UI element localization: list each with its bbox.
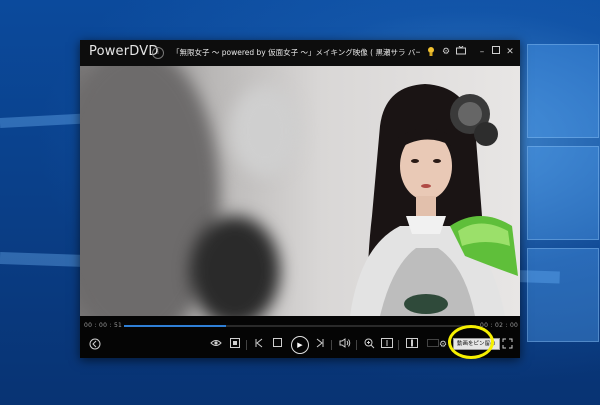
video-title: 「無限女子 ～ powered by 仮面女子 ～」メイキング映像 ( 黒瀬サラ… xyxy=(172,48,420,57)
close-icon[interactable]: ✕ xyxy=(504,46,516,58)
zoom-icon[interactable] xyxy=(362,338,376,352)
annotation-highlight-circle xyxy=(448,325,494,359)
brand-info-icon[interactable]: i xyxy=(152,47,164,59)
back-icon[interactable] xyxy=(88,338,102,352)
lightbulb-icon[interactable] xyxy=(425,46,437,58)
fullscreen-icon[interactable] xyxy=(500,338,514,352)
wallpaper-window-pane xyxy=(527,44,599,138)
powerdvd-window: PowerDVD i 「無限女子 ～ powered by 仮面女子 ～」メイキ… xyxy=(80,40,520,358)
separator xyxy=(398,340,399,350)
seek-bar[interactable] xyxy=(124,325,476,327)
screen-size-icon[interactable] xyxy=(380,338,394,352)
previous-icon[interactable] xyxy=(252,338,266,352)
snapshot-icon[interactable] xyxy=(228,338,242,352)
video-frame[interactable] xyxy=(80,66,520,316)
tv-icon[interactable] xyxy=(455,45,467,58)
maximize-icon[interactable] xyxy=(490,46,502,58)
video-subject xyxy=(350,84,518,316)
eye-icon[interactable] xyxy=(209,338,223,352)
pip-icon[interactable] xyxy=(405,338,419,352)
seek-progress xyxy=(124,325,227,327)
app-brand: PowerDVD xyxy=(89,44,159,59)
gear-icon[interactable]: ⚙ xyxy=(440,46,452,58)
volume-icon[interactable] xyxy=(338,338,352,352)
separator xyxy=(246,340,247,350)
next-icon[interactable] xyxy=(313,338,327,352)
separator xyxy=(331,340,332,350)
wallpaper-window-pane xyxy=(527,146,599,240)
play-button[interactable]: ▶ xyxy=(291,336,309,354)
stop-icon[interactable] xyxy=(270,338,284,352)
minimize-icon[interactable]: – xyxy=(476,46,488,58)
title-bar[interactable]: PowerDVD i 「無限女子 ～ powered by 仮面女子 ～」メイキ… xyxy=(80,40,520,66)
wallpaper-window-pane xyxy=(527,248,599,342)
separator xyxy=(356,340,357,350)
current-time: 00 : 00 : 51 xyxy=(84,322,123,329)
